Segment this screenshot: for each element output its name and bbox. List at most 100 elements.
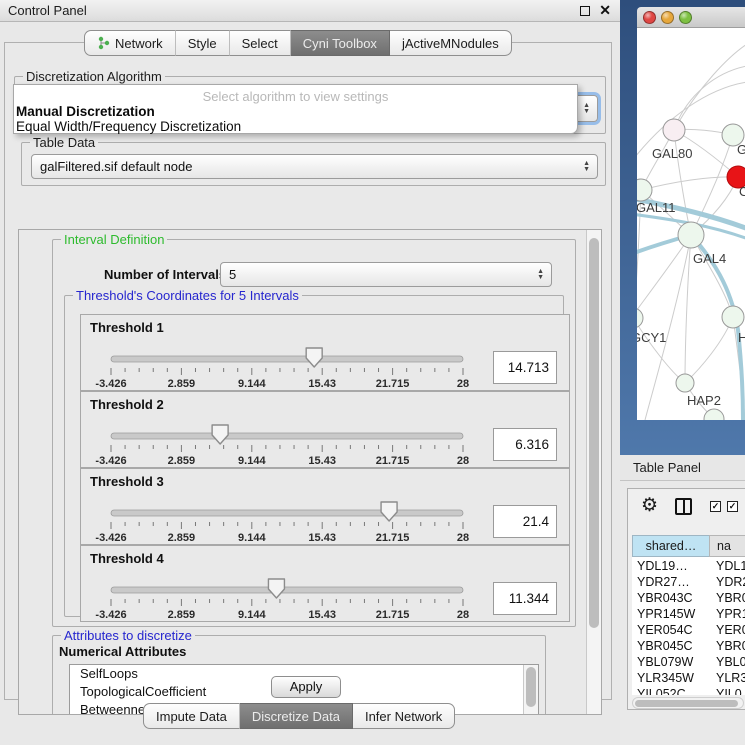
network-view-window: GAL80GACGAL11GAL4GCY1HHAP2: [620, 0, 745, 455]
close-icon[interactable]: ✕: [599, 2, 611, 19]
table-row[interactable]: YPR145WYPR1: [632, 607, 745, 623]
numerical-attributes-label: Numerical Attributes: [59, 644, 186, 659]
interval-definition-label: Interval Definition: [61, 232, 167, 247]
column-header-name[interactable]: na: [709, 535, 745, 557]
network-edge[interactable]: [674, 66, 745, 130]
attributes-group-label: Attributes to discretize: [61, 628, 195, 643]
apply-button[interactable]: Apply: [271, 676, 341, 698]
svg-text:9.144: 9.144: [238, 455, 266, 467]
table-row[interactable]: YBL079WYBL0: [632, 655, 745, 671]
svg-text:21.715: 21.715: [376, 532, 410, 544]
threshold-value-field[interactable]: 6.316: [493, 428, 557, 461]
tab-select[interactable]: Select: [230, 30, 291, 56]
mac-close-button[interactable]: [643, 11, 656, 24]
threshold-label: Threshold 4: [90, 551, 164, 566]
tab-jactivemnodules[interactable]: jActiveMNodules: [390, 30, 512, 56]
threshold-label: Threshold 1: [90, 320, 164, 335]
table-toolbar: ⚙ ✓ ✓: [628, 489, 745, 525]
svg-text:15.43: 15.43: [308, 378, 336, 390]
thresholds-group-label: Threshold's Coordinates for 5 Intervals: [73, 288, 302, 303]
table-panel-titlebar: Table Panel: [620, 455, 745, 481]
svg-text:-3.426: -3.426: [95, 455, 126, 467]
mac-zoom-button[interactable]: [679, 11, 692, 24]
svg-text:15.43: 15.43: [308, 532, 336, 544]
checkbox-icon[interactable]: ✓: [710, 501, 721, 512]
slider-thumb[interactable]: [306, 348, 322, 367]
network-canvas[interactable]: GAL80GACGAL11GAL4GCY1HHAP2: [637, 28, 745, 420]
threshold-value-field[interactable]: 21.4: [493, 505, 557, 538]
svg-text:9.144: 9.144: [238, 609, 266, 621]
network-edge[interactable]: [685, 317, 733, 383]
svg-text:28: 28: [457, 609, 469, 621]
algorithm-option[interactable]: Equal Width/Frequency Discretization: [14, 119, 577, 134]
table-row[interactable]: YER054CYER0: [632, 623, 745, 639]
network-edge[interactable]: [691, 235, 733, 317]
top-tab-bar: NetworkStyleSelectCyni ToolboxjActiveMNo…: [84, 30, 512, 56]
mac-minimize-button[interactable]: [661, 11, 674, 24]
node-attribute-table[interactable]: shared…na YDL19…YDL1YDR27…YDR2YBR043CYBR0…: [632, 535, 745, 695]
bottom-tab-impute-data[interactable]: Impute Data: [143, 703, 240, 729]
network-node-gcy1[interactable]: [637, 308, 643, 328]
svg-text:21.715: 21.715: [376, 378, 410, 390]
threshold-slider[interactable]: -3.4262.8599.14415.4321.71528: [105, 576, 477, 622]
svg-text:9.144: 9.144: [238, 378, 266, 390]
control-panel-window: Control Panel ✕ NetworkStyleSelectCyni T…: [0, 0, 620, 745]
threshold-slider[interactable]: -3.4262.8599.14415.4321.71528: [105, 499, 477, 545]
desktop: Control Panel ✕ NetworkStyleSelectCyni T…: [0, 0, 745, 745]
svg-text:28: 28: [457, 378, 469, 390]
threshold-panel: Threshold 2-3.4262.8599.14415.4321.71528…: [80, 391, 570, 468]
network-edge[interactable]: [641, 177, 738, 190]
network-edge[interactable]: [674, 44, 745, 130]
network-node-gal80[interactable]: [663, 119, 685, 141]
network-node-gal4[interactable]: [678, 222, 704, 248]
network-node-hap2[interactable]: [676, 374, 694, 392]
svg-text:15.43: 15.43: [308, 609, 336, 621]
threshold-slider[interactable]: -3.4262.8599.14415.4321.71528: [105, 345, 477, 391]
threshold-value-field[interactable]: 11.344: [493, 582, 557, 615]
table-row[interactable]: YBR043CYBR0: [632, 591, 745, 607]
table-row[interactable]: YDL19…YDL1: [632, 559, 745, 575]
svg-text:2.859: 2.859: [168, 609, 196, 621]
algorithm-popup-hint: Select algorithm to view settings: [14, 89, 577, 104]
threshold-value-field[interactable]: 14.713: [493, 351, 557, 384]
svg-text:2.859: 2.859: [168, 532, 196, 544]
checkbox-icon[interactable]: ✓: [727, 501, 738, 512]
settings-scrollbar[interactable]: [586, 230, 601, 714]
svg-text:-3.426: -3.426: [95, 378, 126, 390]
slider-thumb[interactable]: [381, 502, 397, 521]
tab-cyni-toolbox[interactable]: Cyni Toolbox: [291, 30, 390, 56]
bottom-tab-discretize-data[interactable]: Discretize Data: [240, 703, 353, 729]
attributes-scrollbar[interactable]: [523, 665, 538, 715]
discretization-algorithm-label: Discretization Algorithm: [23, 69, 165, 84]
network-node[interactable]: [704, 409, 724, 420]
gear-icon[interactable]: ⚙: [641, 494, 658, 517]
slider-thumb[interactable]: [212, 425, 228, 444]
table-row[interactable]: YIL052CYIL0: [632, 687, 745, 695]
table-horizontal-scrollbar[interactable]: [632, 697, 744, 709]
algorithm-option[interactable]: Manual Discretization: [14, 104, 577, 119]
table-row[interactable]: YDR27…YDR2: [632, 575, 745, 591]
number-of-intervals-label: Number of Intervals: [104, 267, 226, 282]
table-row[interactable]: YBR045CYBR0: [632, 639, 745, 655]
svg-text:21.715: 21.715: [376, 609, 410, 621]
algorithm-dropdown-popup: Select algorithm to view settingsManual …: [13, 84, 578, 134]
control-panel-titlebar: Control Panel ✕: [0, 0, 620, 22]
network-node-h[interactable]: [722, 306, 744, 328]
tab-style[interactable]: Style: [176, 30, 230, 56]
float-window-icon[interactable]: [580, 6, 590, 16]
tab-network[interactable]: Network: [84, 30, 176, 56]
columns-icon[interactable]: [675, 498, 692, 515]
slider-thumb[interactable]: [268, 579, 284, 598]
table-row[interactable]: YLR345WYLR3: [632, 671, 745, 687]
network-icon: [97, 36, 110, 50]
bottom-tab-infer-network[interactable]: Infer Network: [353, 703, 455, 729]
number-of-intervals-combobox[interactable]: 5 ▲▼: [220, 262, 552, 287]
combo-arrows-icon: ▲▼: [583, 103, 590, 115]
column-header-shared-name[interactable]: shared…: [632, 535, 710, 557]
combo-arrows-icon: ▲▼: [537, 269, 544, 281]
table-data-combobox[interactable]: galFiltered.sif default node ▲▼: [31, 154, 598, 179]
settings-scrollpane: Interval Definition Number of Intervals …: [18, 229, 602, 715]
threshold-slider[interactable]: -3.4262.8599.14415.4321.71528: [105, 422, 477, 468]
network-edge[interactable]: [637, 318, 685, 383]
network-edge[interactable]: [685, 235, 691, 383]
